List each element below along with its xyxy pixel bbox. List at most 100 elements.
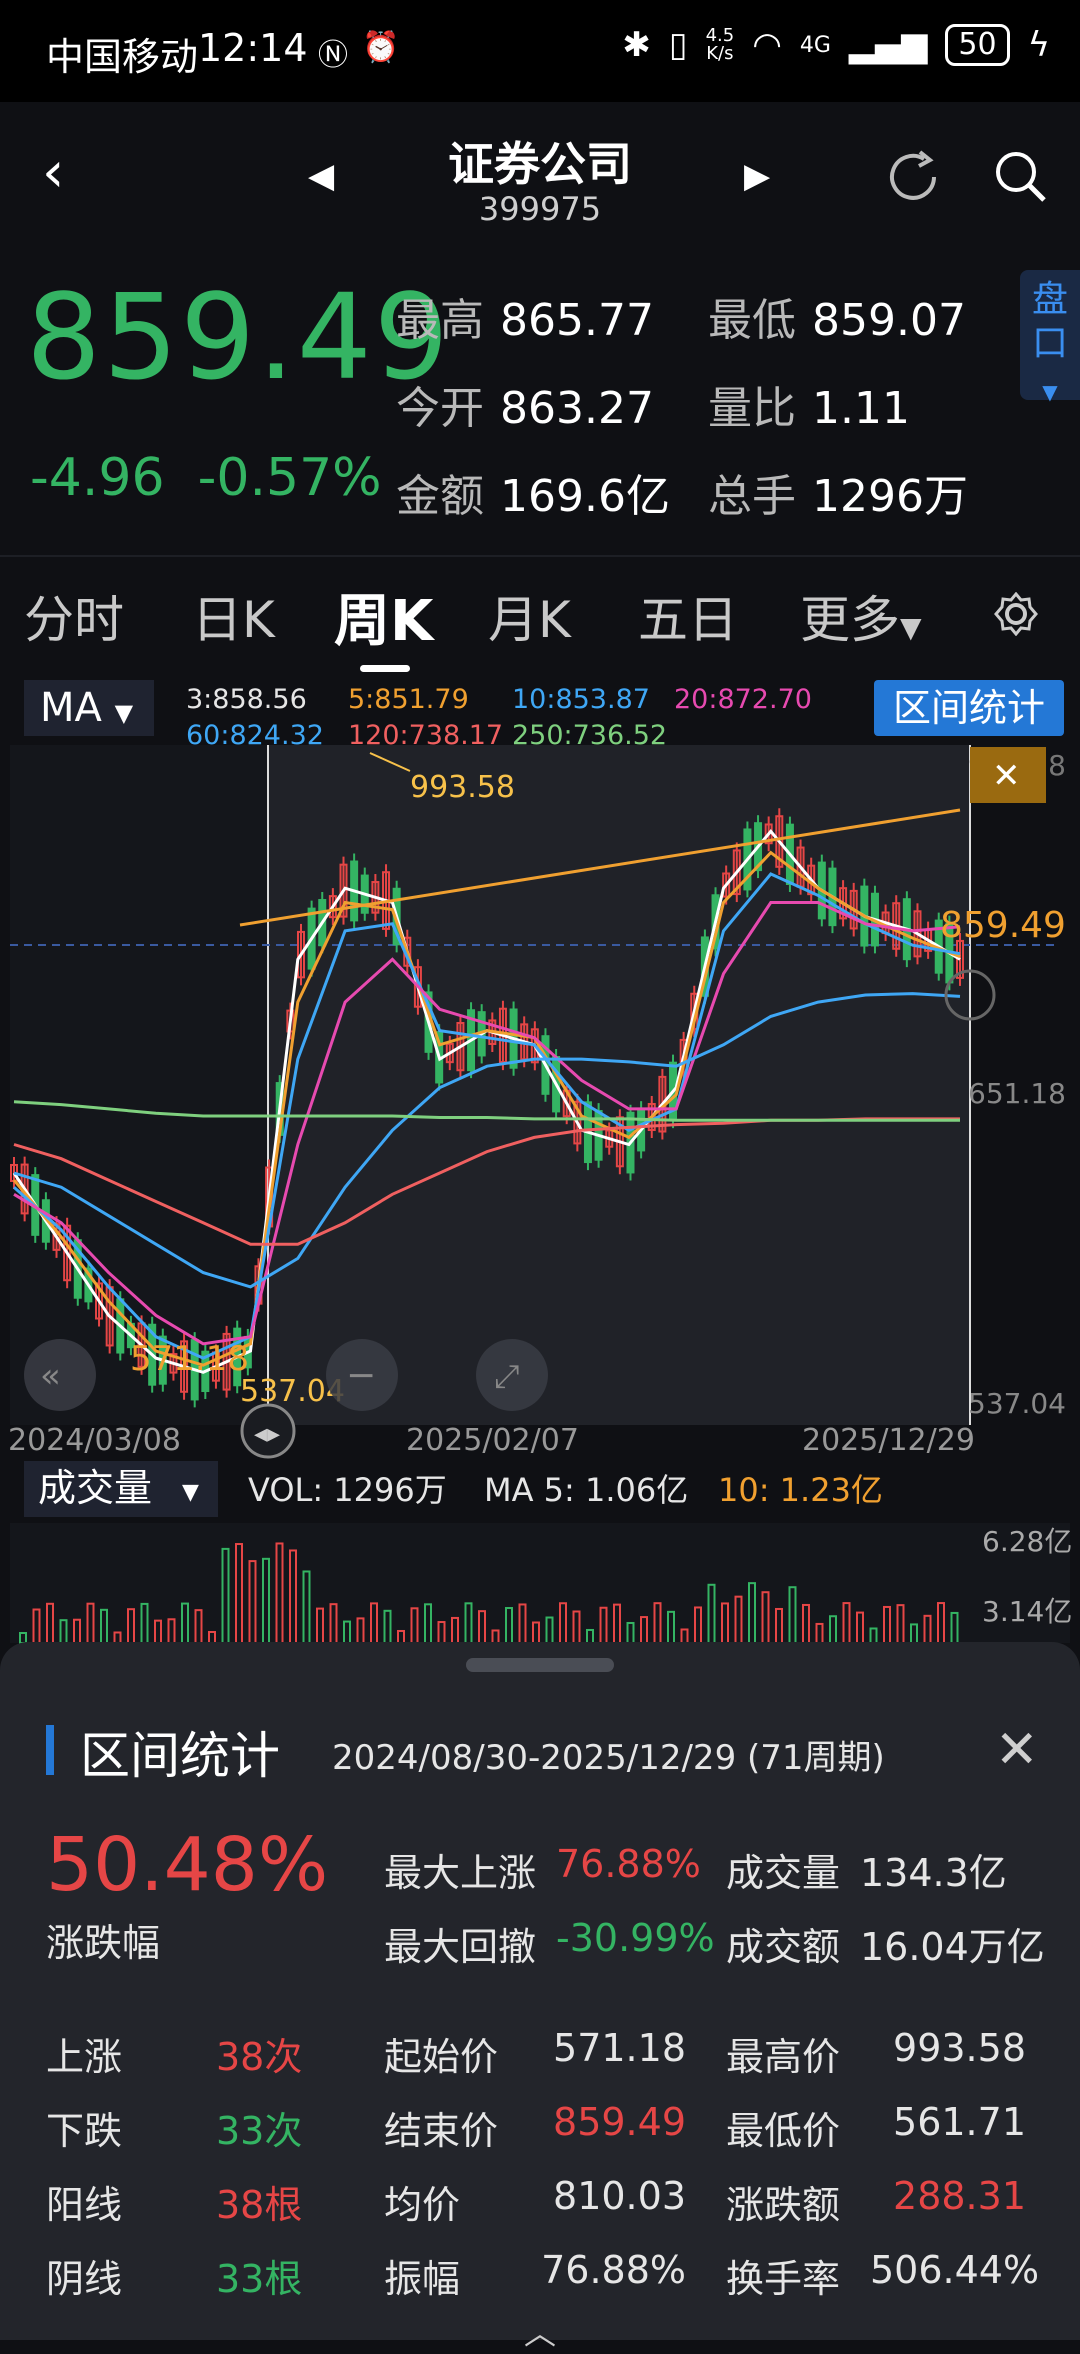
next-stock-icon[interactable]: ▶: [744, 156, 770, 196]
stat-low: 最低 859.07: [708, 295, 966, 346]
tab-daily-k[interactable]: 日K: [192, 580, 275, 652]
start-price-tag: 571.18: [130, 1339, 249, 1379]
ma-10-value: 10:853.87: [512, 684, 650, 715]
tab-more[interactable]: 更多▼: [800, 580, 922, 652]
y-tick-mid: 651.18: [968, 1077, 1066, 1110]
grid-label: 结束价: [384, 2109, 499, 2153]
pankou-button[interactable]: 盘口 ▼: [1020, 270, 1080, 404]
grid-value: 571.18: [553, 2026, 686, 2070]
kline-chart[interactable]: 993.58 651.18 537.04 ✕ 859.49 993.58 571…: [0, 745, 1080, 1770]
grid-value: 506.44%: [870, 2248, 1040, 2292]
grid-value: 561.71: [893, 2100, 1026, 2144]
price-change: -4.96 -0.57%: [30, 448, 382, 508]
settings-icon[interactable]: [994, 592, 1038, 636]
active-tab-indicator: [360, 665, 410, 672]
dropdown-icon: ▼: [900, 611, 922, 644]
double-chevron-left-icon: «: [40, 1356, 61, 1396]
x-tick-mid: 2025/02/07: [406, 1423, 579, 1458]
minus-icon: −: [346, 1355, 376, 1396]
tab-monthly-k[interactable]: 月K: [488, 580, 571, 652]
grid-label: 阳线: [46, 2183, 123, 2227]
grid-value: 33根: [216, 2257, 303, 2301]
grid-value: 993.58: [893, 2026, 1026, 2070]
grid-label: 上涨: [46, 2035, 123, 2079]
max-rise-label: 最大上涨: [384, 1851, 537, 1895]
sheet-title: 区间统计: [80, 1727, 280, 1785]
range-change-label: 涨跌幅: [46, 1921, 161, 1965]
grid-label: 最高价: [726, 2035, 841, 2079]
selected-range-overlay: [268, 745, 970, 1425]
grid-label: 最低价: [726, 2109, 841, 2153]
amount-label: 成交额: [726, 1925, 841, 1969]
stat-high: 最高 865.77: [396, 295, 654, 346]
network-type: 4G: [799, 32, 831, 58]
ma-5-value: 5:851.79: [348, 684, 469, 715]
grid-value: 38次: [216, 2035, 303, 2079]
close-icon[interactable]: ✕: [992, 756, 1021, 796]
volume-ma10: 10: 1.23亿: [718, 1471, 883, 1509]
volume-label: 成交量: [726, 1851, 841, 1895]
amount-total-value: 16.04万亿: [860, 1925, 1045, 1969]
grid-label: 换手率: [726, 2257, 841, 2301]
chevron-down-icon: ▼: [1042, 380, 1058, 404]
network-speed: 4.5 K/s: [705, 25, 735, 64]
volume-select-label: 成交量: [38, 1466, 152, 1510]
refresh-icon[interactable]: [884, 148, 942, 206]
range-change-pct: 50.48%: [46, 1822, 329, 1908]
high-annotation: 993.58: [410, 770, 515, 805]
grid-value: 33次: [216, 2109, 303, 2153]
tab-weekly-k[interactable]: 周K: [334, 576, 433, 657]
x-tick-end: 2025/12/29: [802, 1423, 975, 1458]
carrier: 中国移动: [46, 35, 199, 79]
tab-intraday[interactable]: 分时: [24, 580, 124, 652]
alarm-icon: ⏰: [362, 30, 400, 65]
grid-value: 288.31: [893, 2174, 1026, 2218]
volume-total-value: 134.3亿: [860, 1851, 1007, 1895]
max-rise-value: 76.88%: [556, 1842, 701, 1886]
volume-ma5: MA 5: 1.06亿: [484, 1471, 688, 1509]
sheet-close-icon[interactable]: ✕: [995, 1720, 1039, 1780]
ma-20-value: 20:872.70: [674, 684, 812, 715]
battery-icon: 50: [945, 24, 1010, 66]
current-price-tag: 859.49: [940, 905, 1066, 946]
signal-icon: ▂▄▆: [848, 25, 928, 65]
system-icons: ✱ ▯ 4.5 K/s ◠ 4G ▂▄▆ 50 ϟ: [622, 24, 1050, 66]
grid-label: 涨跌额: [726, 2183, 841, 2227]
sheet-drag-handle[interactable]: [466, 1658, 614, 1672]
grid-label: 下跌: [46, 2109, 123, 2153]
grid-label: 均价: [384, 2183, 461, 2227]
nfc-icon: Ⓝ: [318, 38, 348, 73]
ma-3-value: 3:858.56: [186, 684, 307, 715]
drag-handle-icon: ◂▸: [254, 1419, 280, 1449]
indicator-select[interactable]: MA ▼: [24, 680, 154, 736]
stat-total-hands: 总手 1296万: [708, 471, 968, 522]
chevron-up-icon[interactable]: ︿: [524, 2308, 556, 2354]
sheet-date-range: 2024/08/30-2025/12/29 (71周期): [332, 1738, 885, 1778]
grid-value: 38根: [216, 2183, 303, 2227]
grid-value: 810.03: [553, 2174, 686, 2218]
stat-amount: 金额 169.6亿: [396, 471, 670, 522]
grid-label: 阴线: [46, 2257, 123, 2301]
grid-value: 76.88%: [541, 2248, 686, 2292]
wifi-icon: ◠: [752, 25, 782, 65]
stat-open: 今开 863.27: [396, 383, 654, 434]
charging-icon: ϟ: [1027, 25, 1050, 65]
chevron-down-icon: ▼: [182, 1480, 199, 1505]
search-icon[interactable]: [990, 146, 1050, 206]
range-stats-button[interactable]: 区间统计: [874, 680, 1064, 736]
title-accent-bar: [46, 1725, 54, 1775]
y-tick-min: 537.04: [968, 1387, 1066, 1420]
volume-value: VOL: 1296万: [248, 1471, 447, 1509]
max-drawdown-value: -30.99%: [556, 1916, 715, 1960]
grid-value: 859.49: [553, 2100, 686, 2144]
volume-tick-mid: 3.14亿: [982, 1595, 1072, 1628]
tab-five-day[interactable]: 五日: [638, 580, 738, 652]
volume-tick-max: 6.28亿: [982, 1525, 1072, 1558]
expand-icon: ⤢: [494, 1357, 520, 1395]
bluetooth-icon: ✱: [622, 25, 651, 65]
grid-label: 振幅: [384, 2257, 461, 2301]
grid-label: 起始价: [384, 2035, 499, 2079]
status-bar: 中国移动 12:14 Ⓝ ⏰ ✱ ▯ 4.5 K/s ◠ 4G ▂▄▆ 50 ϟ: [0, 0, 1080, 102]
chevron-down-icon: ▼: [114, 699, 134, 727]
current-price: 859.49: [26, 268, 451, 406]
